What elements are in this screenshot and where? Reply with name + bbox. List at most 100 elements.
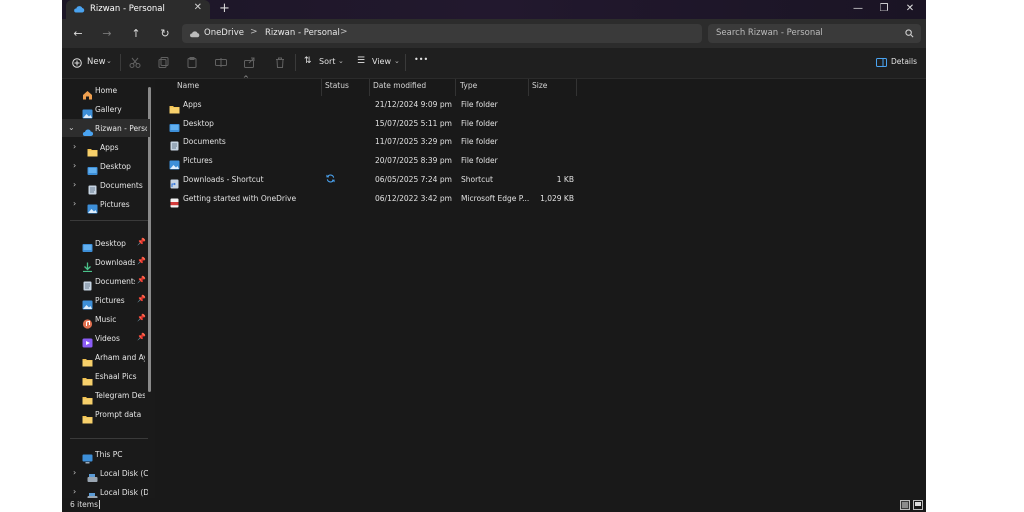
folder-icon: [169, 99, 180, 114]
item-count: 6 items: [70, 500, 99, 509]
sidebar-item-documents[interactable]: › Documents: [62, 176, 150, 195]
sidebar-item-gallery[interactable]: Gallery: [62, 100, 150, 119]
column-divider[interactable]: [321, 79, 322, 96]
column-header-date-modified[interactable]: Date modified: [373, 81, 426, 90]
more-options-button[interactable]: •••: [414, 55, 428, 64]
chevron-right-icon[interactable]: ›: [73, 487, 76, 496]
file-row[interactable]: Downloads - Shortcut 06/05/2025 7:24 pm Sh…: [165, 170, 765, 189]
file-type: File folder: [461, 118, 498, 128]
chevron-right-icon[interactable]: ›: [73, 180, 76, 189]
chevron-down-icon: ⌄: [338, 57, 344, 65]
tab-rizwan-personal[interactable]: Rizwan - Personal ✕: [66, 0, 210, 19]
close-window-button[interactable]: ✕: [898, 1, 922, 17]
details-button[interactable]: Details: [876, 54, 920, 72]
sidebar-item-local-disk-c-[interactable]: › Local Disk (C:): [62, 464, 150, 482]
chevron-down-icon[interactable]: ⌄: [68, 123, 75, 132]
sidebar-item-pictures[interactable]: › Pictures: [62, 195, 150, 214]
delete-icon[interactable]: [274, 57, 286, 68]
drive-icon: [87, 487, 98, 501]
column-divider[interactable]: [369, 79, 370, 96]
search-box[interactable]: Search Rizwan - Personal: [708, 24, 921, 43]
file-type: File folder: [461, 156, 498, 166]
sidebar-item-arham-and-aya[interactable]: Arham and Aya: [62, 348, 150, 367]
pdf-icon: [169, 193, 180, 207]
share-icon[interactable]: [244, 57, 256, 68]
cut-icon[interactable]: [129, 57, 141, 68]
chevron-right-icon[interactable]: ›: [73, 199, 76, 208]
chevron-down-icon: ⌄: [394, 57, 400, 65]
back-button[interactable]: ←: [69, 25, 87, 43]
file-size: 1 KB: [556, 174, 574, 184]
status-bar: 6 items: [62, 498, 926, 512]
up-button[interactable]: ↑: [127, 25, 145, 43]
new-tab-button[interactable]: +: [219, 1, 230, 16]
sidebar-item-documents[interactable]: Documents 📌: [62, 272, 150, 291]
file-name: Documents: [183, 137, 226, 147]
sidebar-item-home[interactable]: Home: [62, 81, 150, 100]
column-header-name[interactable]: Name: [177, 81, 199, 90]
monitor-icon: [82, 449, 93, 464]
copy-icon[interactable]: [158, 57, 170, 68]
sidebar-item-eshaal-pics[interactable]: Eshaal Pics: [62, 367, 150, 386]
sidebar-item-desktop[interactable]: Desktop 📌: [62, 234, 150, 252]
tab-close-icon[interactable]: ✕: [194, 2, 202, 13]
sidebar-item-music[interactable]: Music 📌: [62, 310, 150, 329]
breadcrumb-separator[interactable]: >: [340, 27, 348, 37]
sidebar-item-apps[interactable]: › Apps: [62, 138, 150, 157]
file-row[interactable]: Desktop 15/07/2025 5:11 pm File folder: [165, 114, 765, 132]
sort-button[interactable]: ⇅ Sort ⌄: [304, 54, 344, 72]
column-divider[interactable]: [576, 79, 577, 96]
address-bar[interactable]: OneDrive > Rizwan - Personal >: [182, 24, 702, 43]
file-date-modified: 15/07/2025 5:11 pm: [375, 118, 452, 128]
breadcrumb-onedrive[interactable]: OneDrive: [204, 28, 244, 38]
restore-button[interactable]: ❐: [872, 1, 896, 17]
sidebar-item-label: Pictures: [95, 296, 125, 305]
search-placeholder: Search Rizwan - Personal: [716, 28, 823, 38]
breadcrumb-separator[interactable]: >: [250, 27, 258, 37]
sort-label: Sort: [319, 57, 336, 66]
forward-button[interactable]: →: [98, 25, 116, 43]
sidebar-item-prompt-data[interactable]: Prompt data: [62, 405, 150, 424]
new-label: New: [87, 57, 106, 67]
sidebar-item-rizwan-personal[interactable]: ⌄ Rizwan - Personal: [62, 119, 150, 137]
column-divider[interactable]: [455, 79, 456, 96]
sidebar-item-pictures[interactable]: Pictures 📌: [62, 291, 150, 310]
download-icon: [82, 257, 93, 273]
text-cursor: [99, 500, 100, 509]
large-icons-view-icon[interactable]: [913, 500, 923, 510]
folder-icon: [82, 371, 93, 386]
details-view-icon[interactable]: [900, 500, 910, 510]
sidebar-item-this-pc[interactable]: This PC: [62, 445, 150, 464]
gallery-icon: [82, 104, 93, 119]
chevron-right-icon[interactable]: ›: [73, 468, 76, 477]
plus-circle-icon: [72, 58, 82, 68]
documents-icon: [82, 276, 93, 291]
file-row[interactable]: Apps 21/12/2024 9:09 pm File folder: [165, 95, 765, 114]
rename-icon[interactable]: [215, 57, 227, 68]
sidebar-item-videos[interactable]: Videos 📌: [62, 329, 150, 348]
file-row[interactable]: Pictures 20/07/2025 8:39 pm File folder: [165, 151, 765, 170]
column-header-status[interactable]: Status: [325, 81, 349, 90]
chevron-right-icon[interactable]: ›: [73, 161, 76, 170]
desktop-icon: [82, 238, 93, 252]
file-row[interactable]: Documents 11/07/2025 3:29 pm File folder: [165, 132, 765, 151]
paste-icon[interactable]: [186, 57, 198, 68]
minimize-button[interactable]: —: [846, 1, 870, 17]
sidebar-divider: [70, 438, 148, 439]
file-row[interactable]: Getting started with OneDrive 06/12/2022 …: [165, 189, 765, 207]
column-divider[interactable]: [528, 79, 529, 96]
breadcrumb-rizwan-personal[interactable]: Rizwan - Personal: [265, 28, 340, 38]
refresh-button[interactable]: ↻: [156, 25, 174, 43]
column-header-size[interactable]: Size: [532, 81, 547, 90]
pin-icon: 📌: [137, 295, 146, 303]
sidebar-item-desktop[interactable]: › Desktop: [62, 157, 150, 175]
sidebar-item-telegram-deskto[interactable]: Telegram Deskto: [62, 386, 150, 405]
column-header-type[interactable]: Type: [460, 81, 477, 90]
file-explorer-window: Rizwan - Personal ✕ + — ❐ ✕ ← → ↑ ↻ OneD…: [62, 0, 926, 512]
new-button[interactable]: New ⌄: [70, 54, 114, 72]
sidebar-item-downloads[interactable]: Downloads 📌: [62, 253, 150, 273]
file-type: Microsoft Edge P...: [461, 193, 530, 203]
chevron-right-icon[interactable]: ›: [73, 142, 76, 151]
sidebar-item-label: Rizwan - Personal: [95, 124, 147, 133]
view-button[interactable]: ☰ View ⌄: [357, 54, 401, 72]
